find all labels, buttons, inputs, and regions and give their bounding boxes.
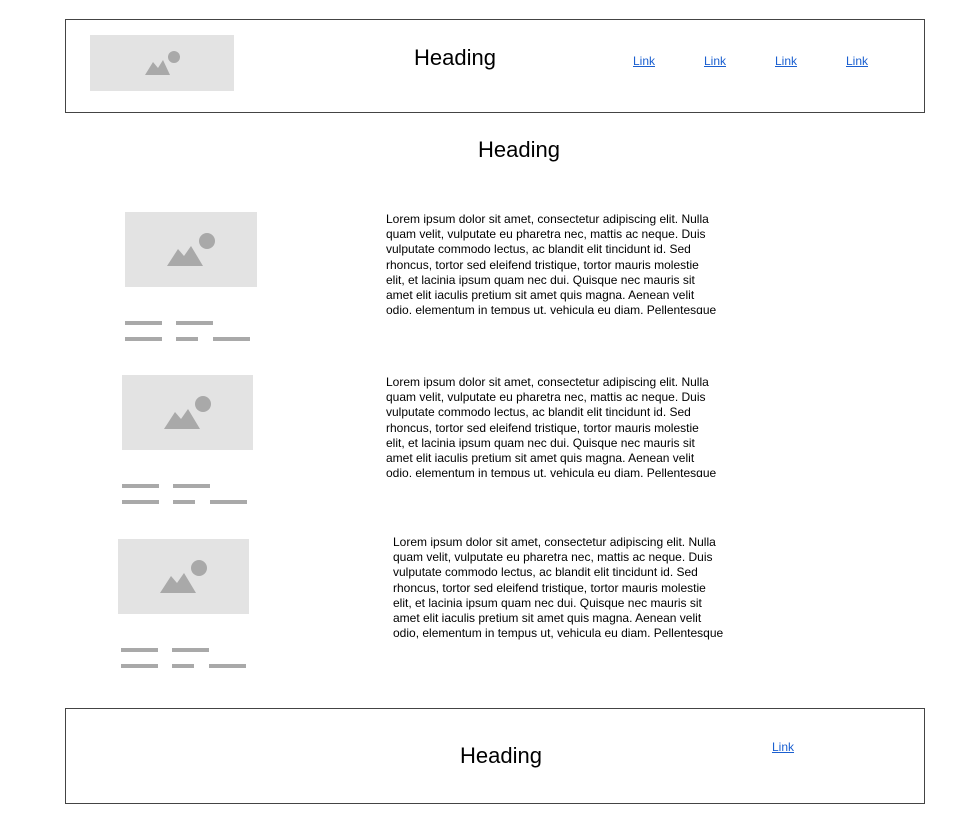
- section-image-placeholder: [125, 212, 257, 287]
- image-placeholder-icon: [167, 233, 215, 266]
- text-line: [121, 664, 158, 668]
- text-line: [122, 484, 159, 488]
- text-lines-placeholder: [121, 648, 247, 668]
- footer-heading: Heading: [460, 743, 542, 768]
- text-line: [210, 500, 247, 504]
- text-line: [125, 337, 162, 341]
- section-paragraph: Lorem ipsum dolor sit amet, consectetur …: [386, 375, 717, 477]
- nav-link-3[interactable]: Link: [775, 54, 797, 68]
- image-placeholder-icon: [145, 51, 180, 75]
- text-line: [173, 484, 210, 488]
- nav-link-1[interactable]: Link: [633, 54, 655, 68]
- text-line: [173, 500, 195, 504]
- text-line: [213, 337, 250, 341]
- text-line: [172, 664, 194, 668]
- section-paragraph: Lorem ipsum dolor sit amet, consectetur …: [386, 212, 717, 314]
- text-line: [176, 321, 213, 325]
- header-logo-placeholder: [90, 35, 234, 91]
- header-heading: Heading: [414, 45, 496, 70]
- text-line: [125, 321, 162, 325]
- section-paragraph: Lorem ipsum dolor sit amet, consectetur …: [393, 535, 724, 641]
- section-image-placeholder: [118, 539, 249, 614]
- image-placeholder-icon: [164, 396, 211, 429]
- text-line: [172, 648, 209, 652]
- text-lines-placeholder: [122, 484, 248, 504]
- image-placeholder-icon: [160, 560, 207, 593]
- nav-link-4[interactable]: Link: [846, 54, 868, 68]
- text-line: [209, 664, 246, 668]
- text-line: [121, 648, 158, 652]
- text-line: [122, 500, 159, 504]
- footer-link[interactable]: Link: [772, 740, 794, 754]
- page-title: Heading: [478, 137, 560, 162]
- text-lines-placeholder: [125, 321, 251, 341]
- nav-link-2[interactable]: Link: [704, 54, 726, 68]
- text-line: [176, 337, 198, 341]
- section-image-placeholder: [122, 375, 253, 450]
